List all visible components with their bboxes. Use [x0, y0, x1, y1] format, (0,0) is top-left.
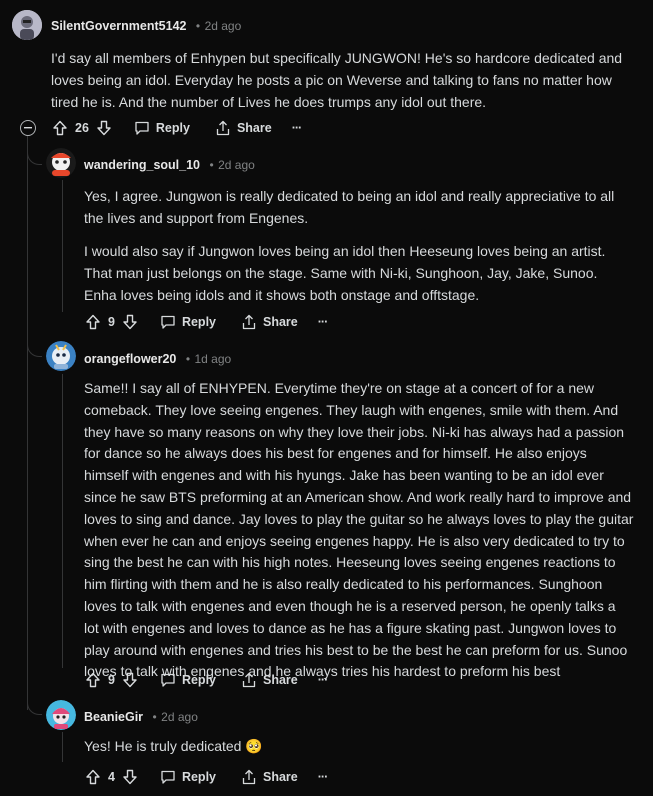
- comment-body: I would also say if Jungwon loves being …: [84, 243, 606, 303]
- separator: •: [195, 19, 201, 33]
- username[interactable]: wandering_soul_10: [84, 158, 200, 172]
- comment-actions: 26 Reply Share ···: [52, 117, 302, 139]
- thread-line-child: [62, 180, 63, 312]
- upvote-icon[interactable]: [52, 120, 68, 136]
- more-options-button[interactable]: ···: [318, 770, 328, 784]
- downvote-icon[interactable]: [122, 672, 138, 688]
- thread-line-child: [62, 732, 63, 762]
- comment-body: Yes, I agree. Jungwon is really dedicate…: [84, 188, 615, 226]
- reply-button[interactable]: Reply: [160, 314, 216, 330]
- comment-body: Same!! I say all of ENHYPEN. Everytime t…: [84, 380, 634, 680]
- share-label: Share: [236, 121, 272, 135]
- thread-connector: [27, 336, 42, 357]
- vote-count: 9: [108, 315, 115, 329]
- downvote-icon[interactable]: [122, 769, 138, 785]
- share-icon: [241, 769, 257, 785]
- vote-count: 9: [108, 673, 115, 687]
- reply-icon: [134, 120, 150, 136]
- thread-connector: [27, 146, 42, 165]
- share-icon: [241, 672, 257, 688]
- separator: •: [185, 352, 191, 366]
- reply-icon: [160, 672, 176, 688]
- timestamp[interactable]: 2d ago: [205, 19, 242, 33]
- vote-count: 4: [108, 770, 115, 784]
- username[interactable]: orangeflower20: [84, 352, 176, 366]
- avatar[interactable]: [12, 10, 42, 40]
- share-label: Share: [263, 315, 298, 329]
- separator: •: [209, 158, 214, 172]
- reply-icon: [160, 314, 176, 330]
- reply-label: Reply: [181, 673, 216, 687]
- thread-connector: [27, 694, 42, 715]
- timestamp[interactable]: 1d ago: [195, 352, 232, 366]
- more-options-button[interactable]: ···: [318, 315, 328, 329]
- share-button[interactable]: Share: [241, 314, 298, 330]
- comment-actions: 4 Reply Share ···: [85, 766, 328, 788]
- comment-body: I'd say all members of Enhypen but speci…: [51, 50, 623, 110]
- separator: •: [152, 710, 157, 724]
- reply-label: Reply: [155, 121, 190, 135]
- reply-button[interactable]: Reply: [160, 672, 216, 688]
- comment-actions: 9 Reply Share ···: [85, 311, 328, 333]
- share-button[interactable]: Share: [241, 769, 298, 785]
- thread-line-child: [62, 374, 63, 668]
- more-options-button[interactable]: ···: [292, 121, 302, 135]
- share-label: Share: [263, 673, 298, 687]
- timestamp[interactable]: 2d ago: [161, 710, 198, 724]
- username[interactable]: BeanieGir: [84, 710, 143, 724]
- share-icon: [241, 314, 257, 330]
- reply-button[interactable]: Reply: [134, 120, 190, 136]
- upvote-icon[interactable]: [85, 769, 101, 785]
- upvote-icon[interactable]: [85, 314, 101, 330]
- timestamp[interactable]: 2d ago: [218, 158, 255, 172]
- more-options-button[interactable]: ···: [318, 673, 328, 687]
- avatar[interactable]: [46, 700, 76, 730]
- vote-count: 26: [75, 121, 89, 135]
- reply-button[interactable]: Reply: [160, 769, 216, 785]
- downvote-icon[interactable]: [96, 120, 112, 136]
- collapse-icon[interactable]: [20, 120, 36, 136]
- reply-label: Reply: [181, 770, 216, 784]
- reply-label: Reply: [181, 315, 216, 329]
- share-button[interactable]: Share: [215, 120, 272, 136]
- username[interactable]: SilentGovernment5142: [51, 19, 186, 33]
- thread-line-main: [27, 136, 28, 710]
- comment-body: Yes! He is truly dedicated 🥺: [84, 738, 263, 754]
- avatar[interactable]: [46, 148, 76, 178]
- avatar[interactable]: [46, 341, 76, 371]
- downvote-icon[interactable]: [122, 314, 138, 330]
- reply-icon: [160, 769, 176, 785]
- comment-actions: 9 Reply Share ···: [85, 669, 328, 691]
- upvote-icon[interactable]: [85, 672, 101, 688]
- share-button[interactable]: Share: [241, 672, 298, 688]
- share-label: Share: [263, 770, 298, 784]
- share-icon: [215, 120, 231, 136]
